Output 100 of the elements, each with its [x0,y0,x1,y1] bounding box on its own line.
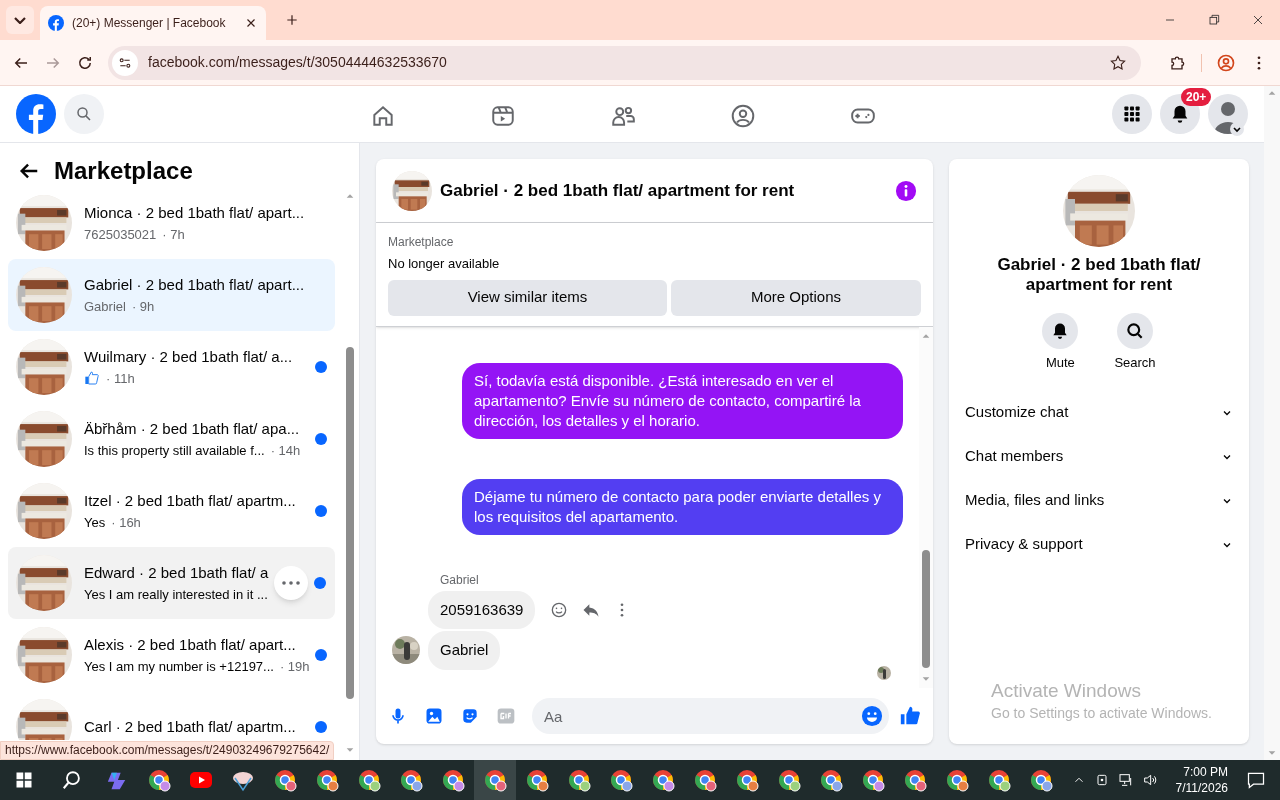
browser-tab[interactable]: (20+) Messenger | Facebook [40,6,266,40]
timestamp: · 11h [106,369,135,388]
tab-title: (20+) Messenger | Facebook [72,15,227,32]
chat-title: Gabriel · 2 bed 1bath flat/ apartment for rent [440,179,796,202]
chrome-icon[interactable] [441,768,465,792]
search-icon [75,105,93,123]
chrome-icon[interactable] [525,768,549,792]
conversation-name: Gabriel · 2 bed 1bath flat/ apartment for rent [996,255,1202,295]
menu-button[interactable] [1112,94,1152,134]
section-row[interactable]: Media, files and links [957,478,1241,523]
grid-menu-icon [1122,104,1142,124]
message-preview: Is this property still available f... [84,441,265,460]
chrome-icon[interactable] [987,768,1011,792]
chrome-icon[interactable] [609,768,633,792]
profile-avatar[interactable] [1208,94,1248,134]
message-preview: Gabriel [84,297,126,316]
panel-title: Marketplace [54,156,193,186]
chrome-icon[interactable] [819,768,843,792]
message-preview: Yes I am my number is +12197... [84,657,274,676]
search-icon[interactable] [61,769,83,791]
facebook-logo-icon [48,15,64,31]
sticker-icon[interactable] [460,706,480,726]
timestamp: · 7h [162,225,185,244]
chrome-icon[interactable] [1029,768,1053,792]
section-row[interactable]: Privacy & support [957,522,1241,567]
chrome-icon[interactable] [315,768,339,792]
incoming-message-bubble: Gabriel [428,631,501,670]
activation-title: Activate Windows [991,679,1142,703]
emoji-icon[interactable] [861,705,883,727]
listing-button[interactable]: More Options [671,279,921,316]
profile-icon[interactable] [1216,52,1236,73]
facebook-logo[interactable] [16,94,56,134]
bookmark-star-icon[interactable] [1109,53,1127,72]
conversation-item[interactable]: Äbřhåm · 2 bed 1bath flat/ apa... Is this property still available f... · 14h [8,403,335,475]
clock[interactable]: 7:00 PM 7/11/2026 [1175,764,1228,796]
timestamp: · 16h [111,513,141,532]
new-tab-icon[interactable] [284,12,300,28]
chrome-icon[interactable] [945,768,969,792]
info-icon[interactable] [895,179,917,202]
conversation-item[interactable]: Gabriel · 2 bed 1bath flat/ apart... Gabriel · 9h [8,259,335,331]
sender-name: Gabriel [440,571,480,589]
home-icon[interactable] [370,103,396,129]
conversation-item[interactable]: Alexis · 2 bed 1bath flat/ apart... Yes I am my number is +12197... · 19h [8,619,335,691]
conversation-title: Äbřhåm · 2 bed 1bath flat/ apa... [84,419,301,439]
chrome-icon[interactable] [735,768,759,792]
chrome-icon[interactable] [567,768,591,792]
tab-list-button[interactable] [6,6,34,34]
thumbs-up-icon [84,370,100,387]
timestamp: · 19h [279,657,310,676]
section-row[interactable]: Chat members [957,434,1241,479]
windows-start-icon[interactable] [15,771,33,789]
chrome-icon[interactable] [273,768,297,792]
conversation-item[interactable]: Itzel · 2 bed 1bath flat/ apartm... Yes · 16h [8,475,335,547]
conversation-title: Alexis · 2 bed 1bath flat/ apart... [84,635,297,655]
chrome-icon[interactable] [651,768,675,792]
message-preview: Yes [84,513,106,532]
listing-label: Marketplace [388,234,455,251]
restore-icon[interactable] [1206,12,1222,28]
like-icon[interactable] [899,705,921,727]
conversation-item[interactable]: Mionca · 2 bed 1bath flat/ apart... 7625035021 · 7h [8,187,335,259]
notifications-icon[interactable] [1246,770,1266,790]
chrome-icon[interactable] [399,768,423,792]
conversation-title: Wuilmary · 2 bed 1bath flat/ a... [84,347,294,367]
listing-status: No longer available [388,255,501,273]
search-button[interactable] [64,94,104,134]
outgoing-message-bubble: Sí, todavía está disponible. ¿Está interesado en ver el apartamento? Envíe su número de contacto, compartiré la dirección, los detalles y el horario. [462,362,903,439]
video-icon[interactable] [490,103,516,129]
scrollbar-thumb[interactable] [922,550,930,668]
network-icon[interactable] [1117,772,1134,788]
conversation-title: Mionca · 2 bed 1bath flat/ apart... [84,203,303,223]
conversation-item[interactable]: Wuilmary · 2 bed 1bath flat/ a... · 11h [8,331,335,403]
conversation-title: Gabriel · 2 bed 1bath flat/ apart... [84,275,303,295]
conversation-title: Itzel · 2 bed 1bath flat/ apartm... [84,491,297,511]
activation-message: Go to Settings to activate Windows. [991,704,1212,723]
outgoing-message-bubble: Déjame tu número de contacto para poder enviarte detalles y los requisitos del apartamento. [462,478,903,535]
chrome-icon[interactable] [861,768,885,792]
scrollbar-thumb[interactable] [346,347,354,699]
conversation-item[interactable]: Edward · 2 bed 1bath flat/ a Yes I am really interested in it ... [8,547,335,619]
listing-button[interactable]: View similar items [388,279,667,316]
message-preview: Yes I am really interested in it ... [84,585,268,604]
conversation-title: Edward · 2 bed 1bath flat/ a [84,563,269,583]
incoming-message-bubble: 2059163639 [428,590,536,629]
chrome-icon[interactable] [903,768,927,792]
image-icon[interactable] [424,706,444,726]
chrome-icon[interactable] [693,768,717,792]
caret-icon[interactable] [1230,122,1244,136]
more-icon [282,581,301,585]
chrome-icon[interactable] [147,768,171,792]
chrome-icon[interactable] [777,768,801,792]
search-icon [1125,321,1145,341]
group-icon[interactable] [730,103,756,129]
timestamp: · 14h [270,441,301,460]
volume-icon[interactable] [1141,772,1158,788]
chrome-icon[interactable] [357,768,381,792]
message-preview: 7625035021 [84,225,157,244]
address-bar[interactable]: facebook.com/messages/t/30504444632533670 [108,45,1141,80]
timestamp: · 9h [131,297,155,316]
chrome-icon[interactable] [483,768,507,792]
section-row[interactable]: Customize chat [957,390,1241,435]
message-input[interactable]: Aa [532,698,889,734]
